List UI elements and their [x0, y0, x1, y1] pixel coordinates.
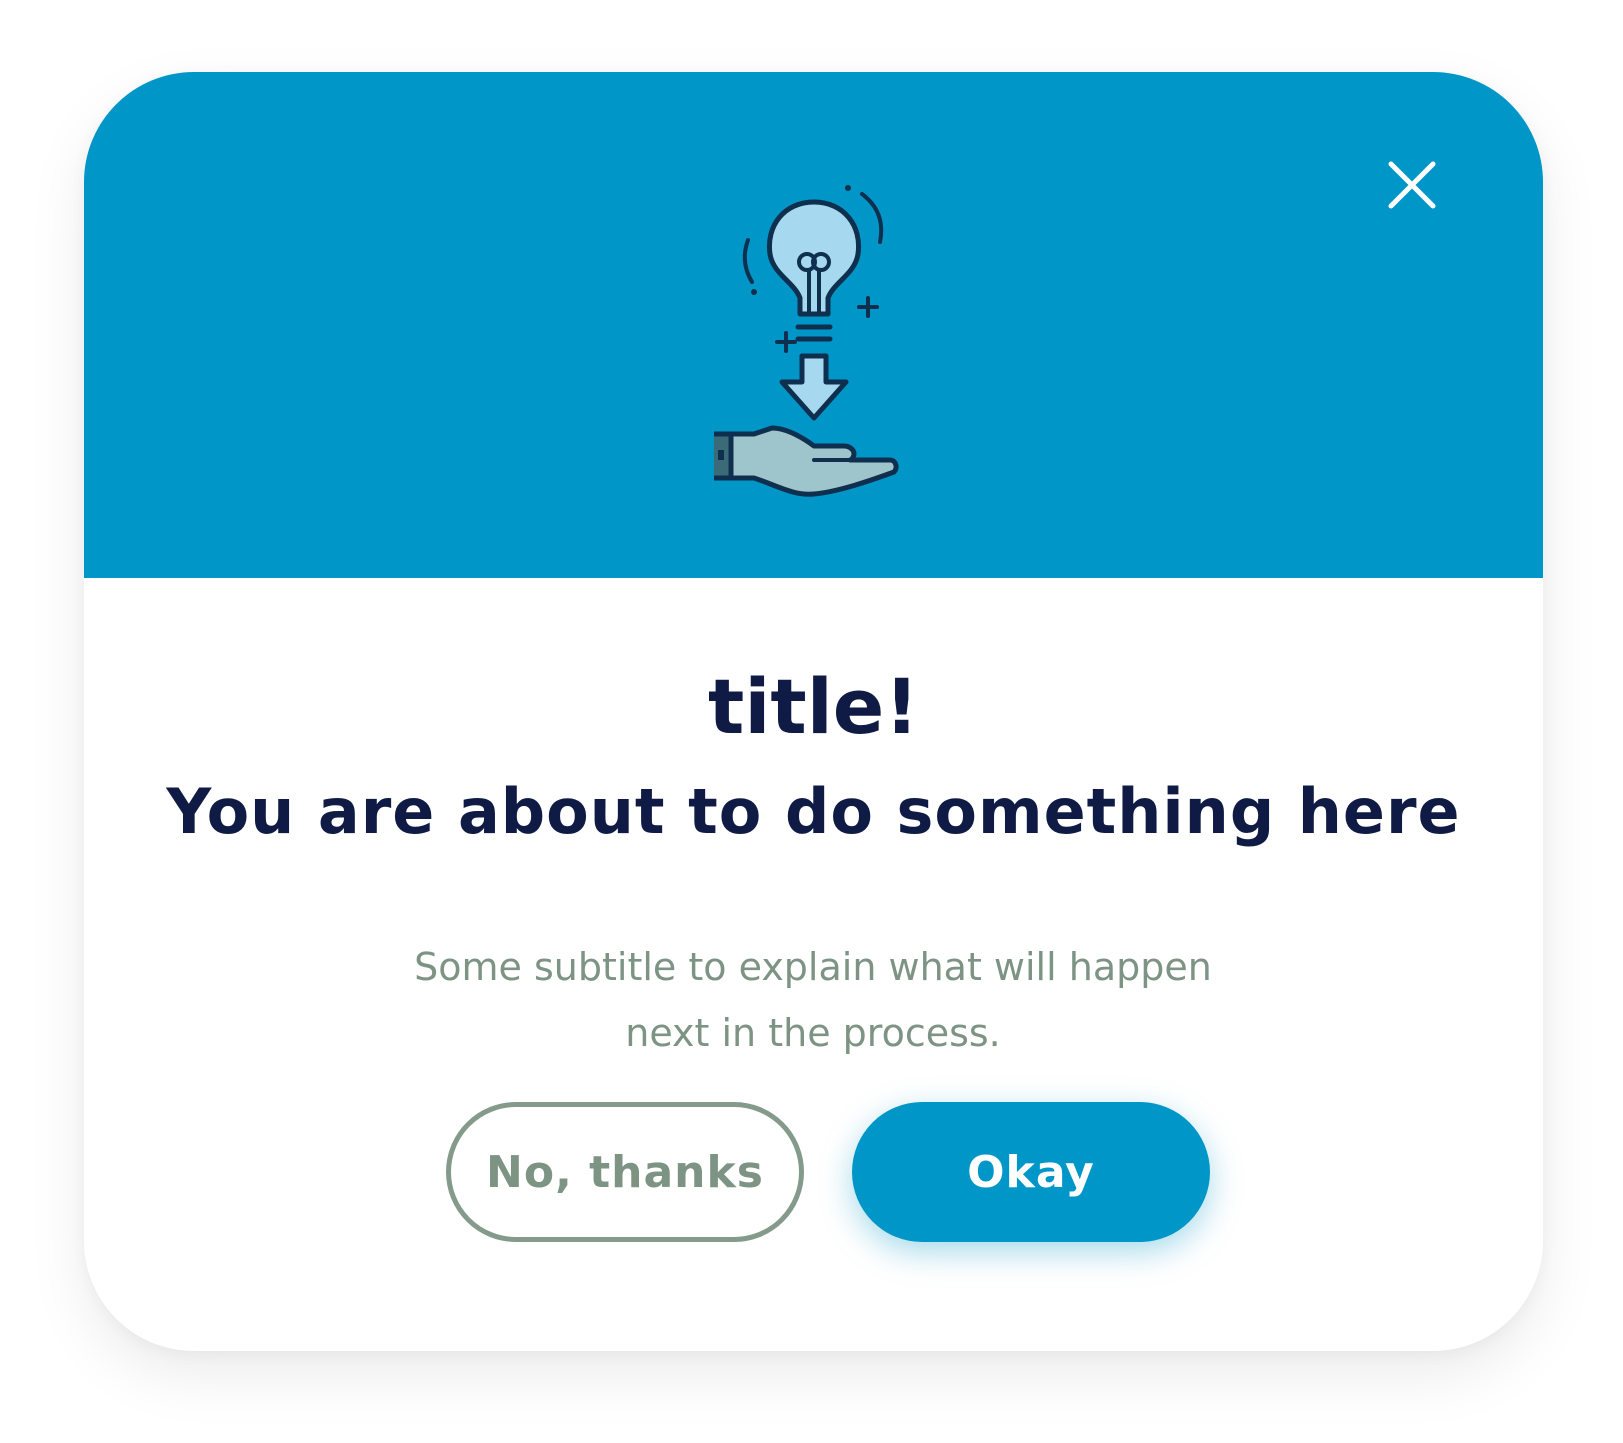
no-thanks-button[interactable]: No, thanks [446, 1102, 804, 1242]
modal-dialog: title! You are about to do something her… [84, 72, 1543, 1351]
close-button[interactable] [1384, 157, 1440, 213]
dialog-heading: You are about to do something here [166, 775, 1461, 848]
okay-button[interactable]: Okay [852, 1102, 1210, 1242]
subtitle-line-1: Some subtitle to explain what will happe… [414, 945, 1212, 989]
subtitle-line-2: next in the process. [625, 1011, 1001, 1055]
idea-in-hand-icon [706, 182, 914, 502]
dialog-title: title! [708, 662, 919, 751]
dialog-subtitle: Some subtitle to explain what will happe… [363, 934, 1263, 1066]
screen: title! You are about to do something her… [0, 0, 1623, 1443]
dialog-header [84, 72, 1543, 578]
close-icon[interactable] [1384, 157, 1440, 213]
